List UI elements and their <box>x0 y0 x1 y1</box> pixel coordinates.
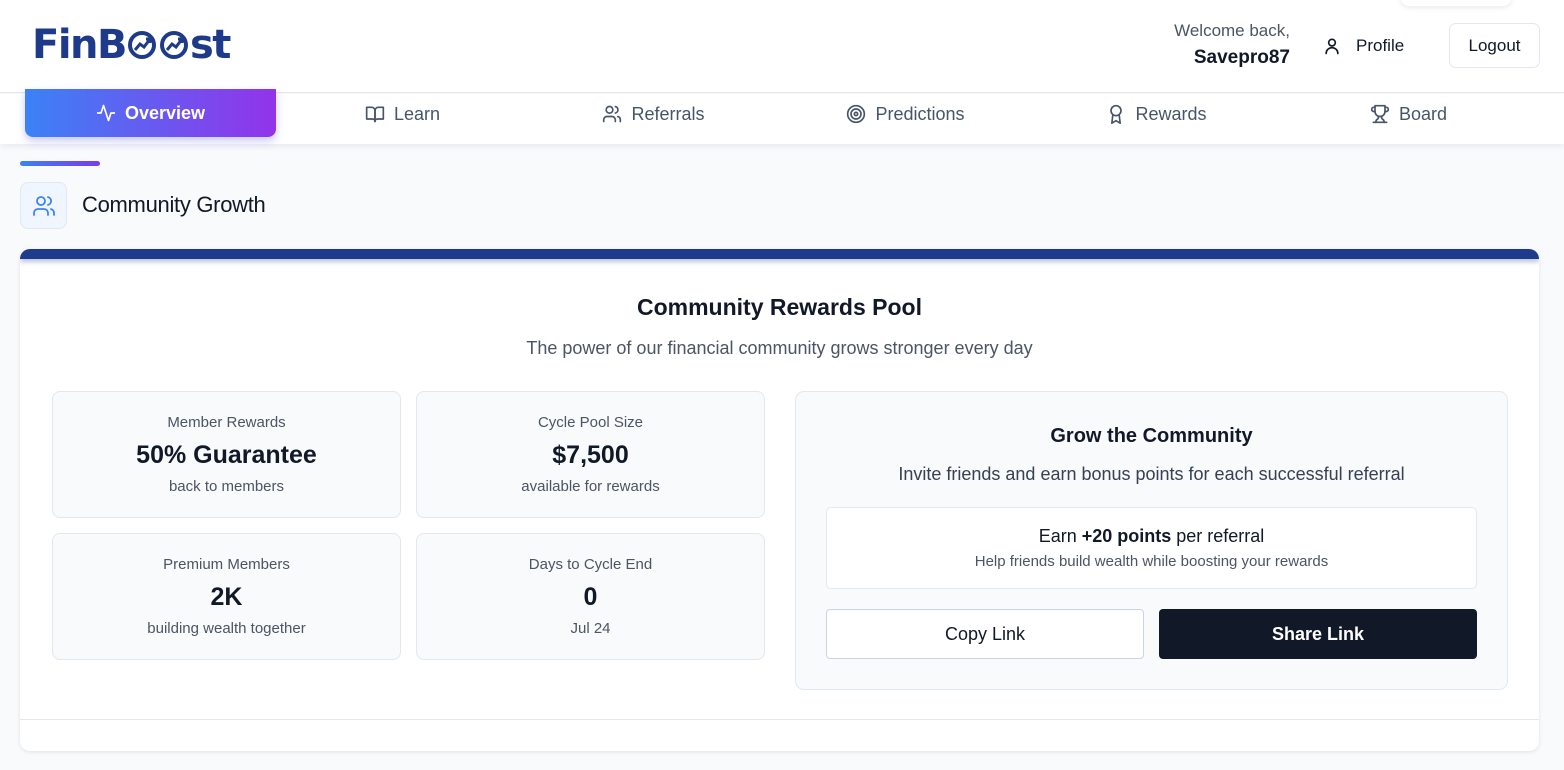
share-link-button[interactable]: Share Link <box>1159 609 1477 659</box>
tab-label: Board <box>1398 103 1448 124</box>
logo-text-prefix: FinB <box>32 22 128 68</box>
stat-label: Member Rewards <box>167 414 286 431</box>
tab-predictions[interactable]: Predictions <box>780 91 1031 137</box>
users-icon <box>603 105 622 123</box>
grow-subtitle: Invite friends and earn bonus points for… <box>898 464 1405 484</box>
main-nav: Overview Learn Referrals Predictions Rew… <box>0 89 1564 144</box>
tab-learn[interactable]: Learn <box>277 91 528 137</box>
section-icon-box <box>20 182 67 229</box>
tab-rewards[interactable]: Rewards <box>1031 91 1282 137</box>
stat-member-rewards: Member Rewards 50% Guarantee back to mem… <box>52 391 401 518</box>
user-icon <box>1325 38 1339 55</box>
book-open-icon <box>365 106 385 123</box>
pool-title: Community Rewards Pool <box>637 294 922 320</box>
stat-premium-members: Premium Members 2K building wealth toget… <box>52 533 401 660</box>
tab-board[interactable]: Board <box>1283 91 1534 137</box>
tab-label: Referrals <box>631 103 705 124</box>
tab-label: Rewards <box>1135 103 1207 124</box>
finboost-logo[interactable]: FinB st <box>32 20 231 70</box>
trophy-icon <box>1370 104 1390 124</box>
logout-button[interactable]: Logout <box>1449 23 1540 68</box>
tab-label: Overview <box>124 102 206 123</box>
profile-label: Profile <box>1356 36 1405 55</box>
stat-note: available for rewards <box>521 478 660 495</box>
section-accent-bar <box>20 161 100 166</box>
stat-label: Premium Members <box>163 556 290 573</box>
tab-overview[interactable]: Overview <box>25 89 276 137</box>
tab-label: Learn <box>393 103 441 124</box>
pool-subtitle: The power of our financial community gro… <box>526 338 1033 358</box>
stat-note: back to members <box>168 478 285 495</box>
header-decoration <box>1400 0 1512 6</box>
card-top-accent <box>20 249 1539 259</box>
earn-suffix: per referral <box>1171 526 1265 546</box>
tab-label: Predictions <box>875 103 965 124</box>
stat-value: 0 <box>583 583 598 611</box>
stat-value: 50% Guarantee <box>136 441 317 469</box>
grow-title: Grow the Community <box>1050 425 1253 447</box>
users-icon <box>32 195 55 216</box>
welcome-text: Welcome back, <box>1174 21 1290 40</box>
stat-label: Days to Cycle End <box>528 556 653 573</box>
stat-cycle-pool-size: Cycle Pool Size $7,500 available for rew… <box>416 391 765 518</box>
earn-points: +20 points <box>1081 526 1172 546</box>
earn-subtext: Help friends build wealth while boosting… <box>974 553 1329 570</box>
stat-value: $7,500 <box>552 441 629 469</box>
welcome-block: Welcome back, Savepro87 <box>1174 20 1290 72</box>
section-title: Community Growth <box>82 192 266 217</box>
profile-button[interactable]: Profile <box>1322 28 1404 64</box>
earn-line: Earn +20 points per referral <box>827 526 1476 547</box>
stat-value: 2K <box>210 583 243 611</box>
logo-text-suffix: st <box>190 22 231 68</box>
copy-link-button[interactable]: Copy Link <box>826 609 1144 659</box>
award-icon <box>1110 104 1123 124</box>
logo-o-chart-icon <box>160 31 188 59</box>
card-divider <box>20 719 1539 720</box>
logo-o-chart-icon <box>128 31 156 59</box>
earn-prefix: Earn <box>1038 526 1082 546</box>
app-header: FinB st Welcome back, Savepro87 Profile … <box>0 0 1564 93</box>
stat-days-to-cycle-end: Days to Cycle End 0 Jul 24 <box>416 533 765 660</box>
username: Savepro87 <box>1193 47 1290 68</box>
target-icon <box>847 104 866 124</box>
stat-note: building wealth together <box>147 620 306 637</box>
grow-community-panel: Grow the Community Invite friends and ea… <box>795 391 1508 690</box>
earn-points-box: Earn +20 points per referral Help friend… <box>826 507 1477 589</box>
stat-label: Cycle Pool Size <box>537 414 644 431</box>
activity-icon <box>96 104 116 122</box>
community-rewards-card: Community Rewards Pool The power of our … <box>20 249 1539 751</box>
stat-note: Jul 24 <box>570 620 611 637</box>
tab-referrals[interactable]: Referrals <box>528 91 779 137</box>
